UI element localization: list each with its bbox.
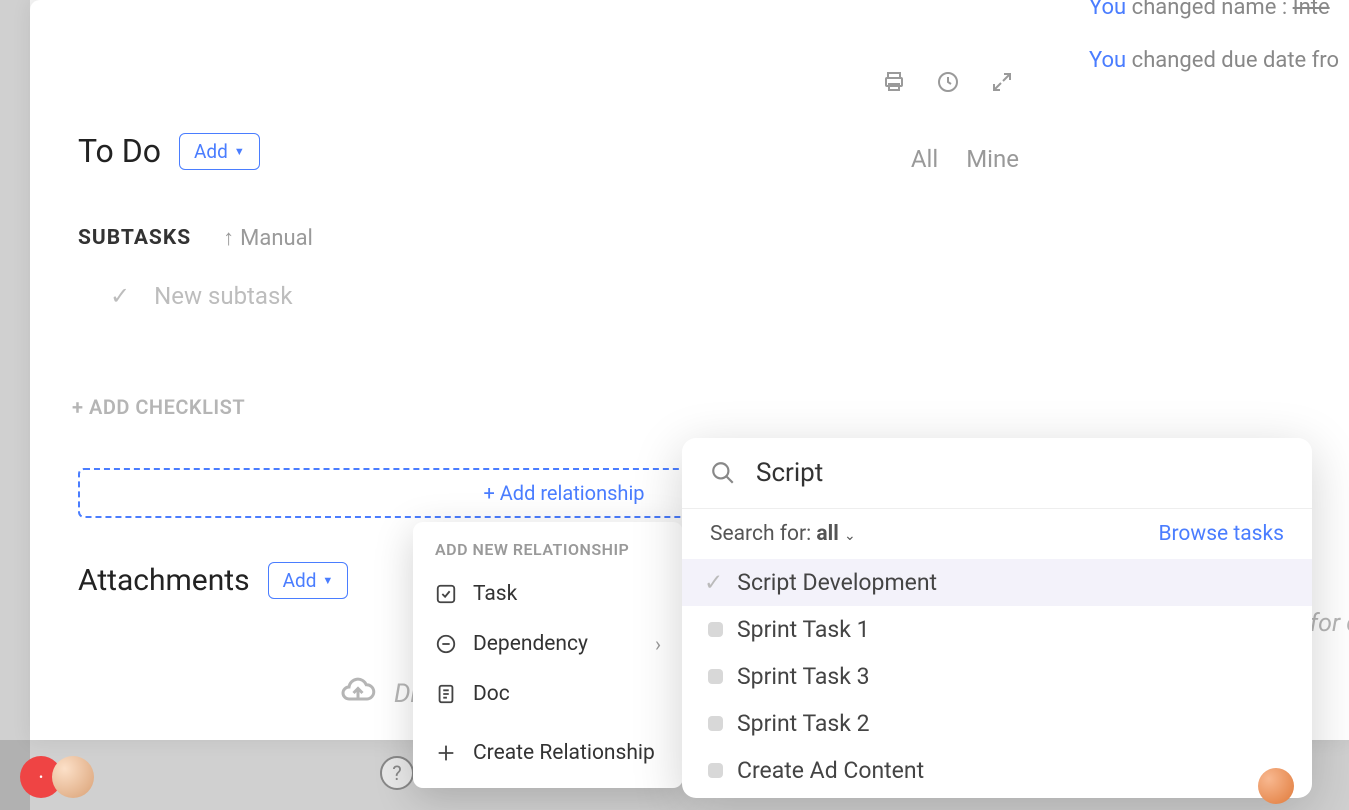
history-icon[interactable] [936, 70, 960, 94]
sort-toggle[interactable]: ↑ Manual [223, 225, 313, 251]
help-icon[interactable]: ? [380, 756, 414, 790]
truncated-text: for c [1310, 609, 1349, 638]
activity-filter-tabs: All Mine [911, 145, 1019, 173]
task-check-icon [435, 583, 457, 605]
task-square-icon [708, 669, 723, 684]
cloud-upload-icon [340, 672, 376, 715]
task-square-icon [708, 716, 723, 731]
search-results: ✓ Script Development Sprint Task 1 Sprin… [682, 559, 1312, 794]
search-result[interactable]: Sprint Task 3 [682, 653, 1312, 700]
presence-avatars: • [20, 756, 94, 798]
backdrop-left [0, 0, 30, 810]
tab-all[interactable]: All [911, 145, 938, 173]
rel-option-create[interactable]: Create Relationship [413, 728, 683, 778]
relationship-popover: ADD NEW RELATIONSHIP Task Dependency › D… [413, 522, 683, 788]
activity-item: You changed name : Inte [1089, 0, 1349, 20]
check-icon: ✓ [704, 569, 723, 596]
add-checklist-button[interactable]: + ADD CHECKLIST [72, 395, 245, 419]
subtasks-label: SUBTASKS [78, 226, 191, 250]
doc-icon [435, 683, 457, 705]
avatar-user [52, 756, 94, 798]
search-row [682, 438, 1312, 509]
activity-feed: You changed name : Inte You changed due … [1089, 0, 1349, 101]
search-result[interactable]: ✓ Script Development [682, 559, 1312, 606]
activity-actor: You [1089, 0, 1126, 20]
print-icon[interactable] [882, 70, 906, 94]
caret-down-icon: ▼ [234, 145, 245, 158]
search-icon [710, 460, 736, 486]
attachment-dropzone[interactable]: Dr [340, 672, 419, 715]
tab-mine[interactable]: Mine [966, 145, 1019, 173]
section-title: Attachments [78, 563, 250, 598]
add-attachment-button[interactable]: Add ▼ [268, 562, 349, 599]
expand-icon[interactable] [990, 70, 1014, 94]
add-todo-button[interactable]: Add ▼ [179, 133, 260, 170]
rel-option-task[interactable]: Task [413, 569, 683, 619]
caret-down-icon: ▼ [322, 574, 333, 587]
subtasks-header: SUBTASKS ↑ Manual [78, 225, 313, 251]
todo-header: To Do Add ▼ [78, 132, 260, 170]
task-square-icon [708, 622, 723, 637]
search-scope[interactable]: Search for: all ⌄ [710, 522, 856, 546]
chevron-down-icon: ⌄ [844, 528, 856, 544]
rel-option-doc[interactable]: Doc [413, 669, 683, 719]
arrow-up-icon: ↑ [223, 225, 234, 251]
new-subtask-input[interactable]: ✓ New subtask [110, 282, 293, 310]
section-title: To Do [78, 132, 161, 170]
dependency-icon [435, 633, 457, 655]
task-search-popover: Search for: all ⌄ Browse tasks ✓ Script … [682, 438, 1312, 798]
activity-actor: You [1089, 48, 1126, 73]
new-subtask-placeholder: New subtask [154, 282, 292, 310]
popover-title: ADD NEW RELATIONSHIP [413, 540, 683, 569]
chevron-right-icon: › [655, 632, 661, 656]
search-meta: Search for: all ⌄ Browse tasks [682, 509, 1312, 559]
task-square-icon [708, 763, 723, 778]
attachments-header: Attachments Add ▼ [78, 562, 348, 599]
plus-icon [435, 742, 457, 764]
search-input[interactable] [756, 458, 1284, 488]
activity-item: You changed due date fro [1089, 48, 1349, 73]
panel-action-icons [882, 70, 1014, 94]
search-result[interactable]: Create Ad Content [682, 747, 1312, 794]
browse-tasks-link[interactable]: Browse tasks [1158, 522, 1284, 546]
check-icon: ✓ [110, 282, 130, 310]
search-result[interactable]: Sprint Task 2 [682, 700, 1312, 747]
rel-option-dependency[interactable]: Dependency › [413, 619, 683, 669]
search-result[interactable]: Sprint Task 1 [682, 606, 1312, 653]
avatar-corner[interactable] [1258, 768, 1294, 804]
